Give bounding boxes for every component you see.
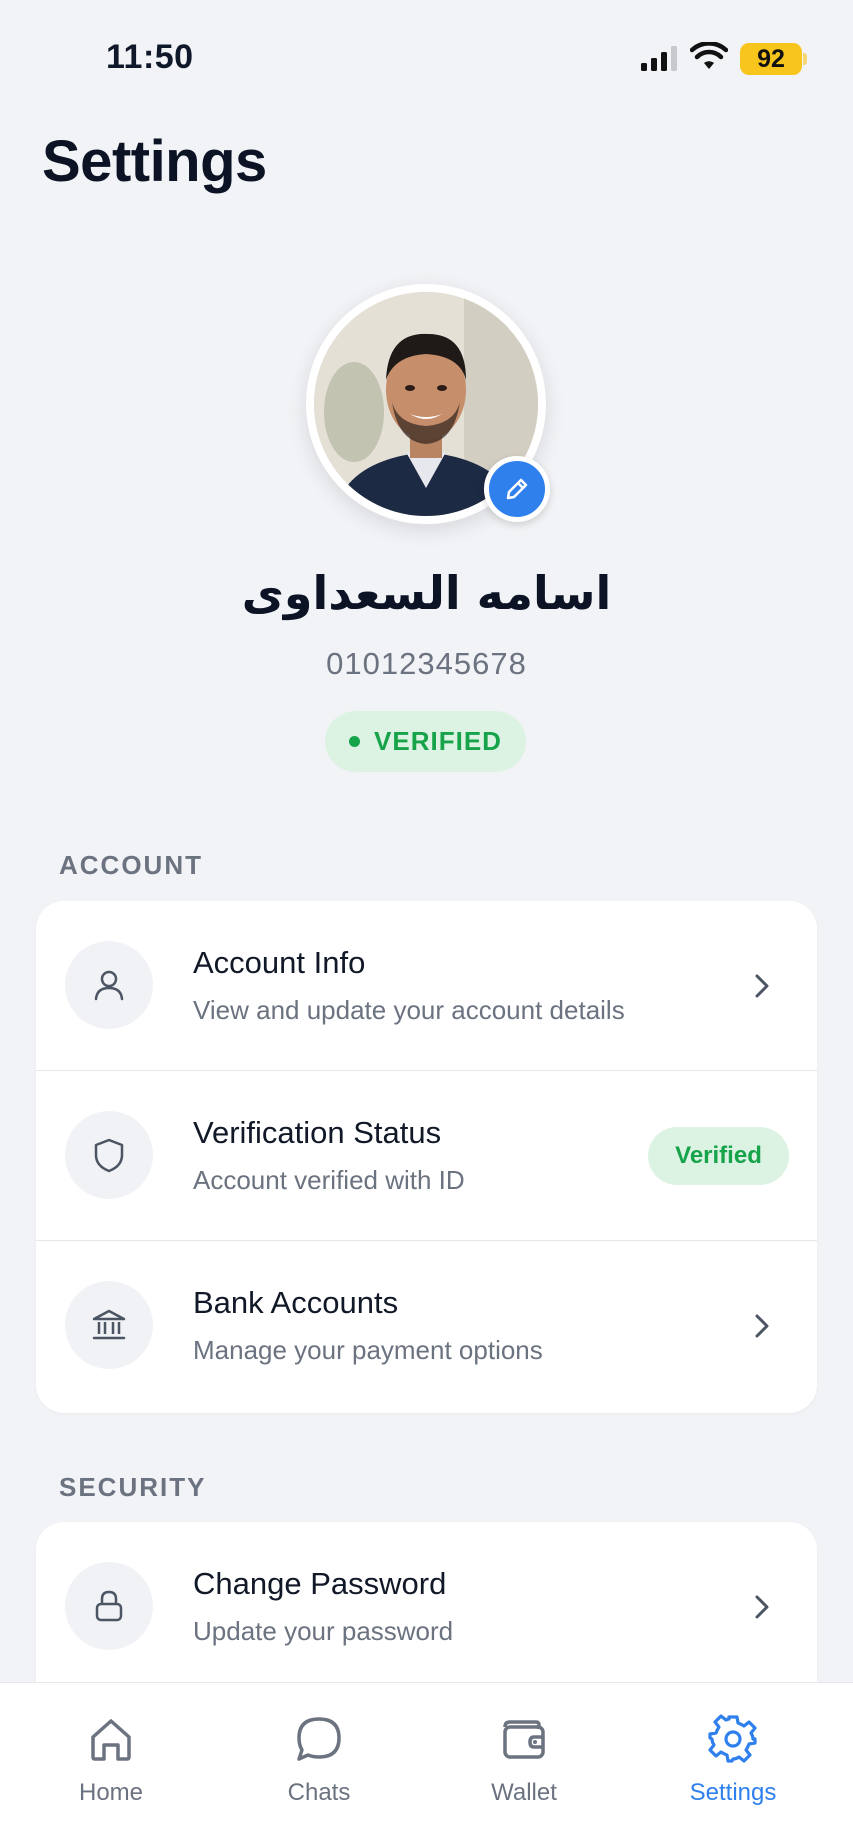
- status-dot: [349, 736, 361, 747]
- status-time: 11:50: [106, 38, 194, 76]
- row-title: Bank Accounts: [193, 1285, 399, 1320]
- pencil-icon: [506, 478, 528, 500]
- row-subtitle: View and update your account details: [193, 995, 625, 1025]
- row-subtitle: Manage your payment options: [193, 1335, 543, 1365]
- battery-tip: [803, 53, 807, 65]
- row-title: Account Info: [193, 945, 366, 980]
- tab-label: Settings: [689, 1779, 777, 1806]
- gear-icon: [708, 1714, 757, 1763]
- bank-icon: [65, 1281, 153, 1369]
- chevron-right-icon: [755, 1595, 769, 1619]
- edit-avatar-button[interactable]: [484, 456, 550, 522]
- battery-level: 92: [757, 44, 785, 73]
- tab-chats[interactable]: Chats: [239, 1711, 399, 1821]
- chevron-right-icon: [755, 1314, 769, 1338]
- tab-label: Home: [78, 1779, 144, 1806]
- verified-status-badge: VERIFIED: [325, 711, 526, 772]
- profile-phone: 01012345678: [326, 646, 527, 681]
- tab-wallet[interactable]: Wallet: [444, 1711, 604, 1821]
- verified-badge: Verified: [648, 1127, 789, 1185]
- row-subtitle: Account verified with ID: [193, 1165, 465, 1195]
- section-label-security: SECURITY: [59, 1472, 207, 1502]
- chevron-right-icon: [755, 974, 769, 998]
- section-label-account: ACCOUNT: [59, 850, 203, 880]
- settings-row-account-info[interactable]: Account Info View and update your accoun…: [36, 901, 817, 1071]
- tab-label: Wallet: [491, 1779, 557, 1806]
- bottom-tab-bar: Home Chats Wallet Settings: [0, 1682, 853, 1844]
- wallet-icon: [503, 1720, 545, 1759]
- battery-indicator: 92: [740, 43, 802, 75]
- settings-row-bank-accounts[interactable]: Bank Accounts Manage your payment option…: [36, 1241, 817, 1411]
- profile-name: اسامه السعداوى: [241, 566, 612, 620]
- tab-settings[interactable]: Settings: [653, 1711, 813, 1821]
- settings-row-change-password[interactable]: Change Password Update your password: [36, 1522, 817, 1692]
- status-bar: 11:50 92: [0, 0, 853, 110]
- lock-icon: [65, 1562, 153, 1650]
- row-subtitle: Update your password: [193, 1616, 454, 1646]
- row-title: Change Password: [193, 1566, 447, 1601]
- home-icon: [91, 1719, 131, 1761]
- page-title: Settings: [42, 129, 267, 194]
- verified-status-text: VERIFIED: [374, 726, 502, 756]
- wifi-icon: [690, 42, 728, 69]
- shield-icon: [65, 1111, 153, 1199]
- tab-label: Chats: [287, 1779, 351, 1806]
- settings-row-verification-status[interactable]: Verification Status Account verified wit…: [36, 1071, 817, 1241]
- user-icon: [65, 941, 153, 1029]
- row-title: Verification Status: [193, 1115, 442, 1150]
- cellular-signal-icon: [641, 46, 677, 71]
- account-settings-card: Account Info View and update your accoun…: [36, 901, 817, 1413]
- chat-icon: [297, 1717, 341, 1761]
- tab-home[interactable]: Home: [31, 1711, 191, 1821]
